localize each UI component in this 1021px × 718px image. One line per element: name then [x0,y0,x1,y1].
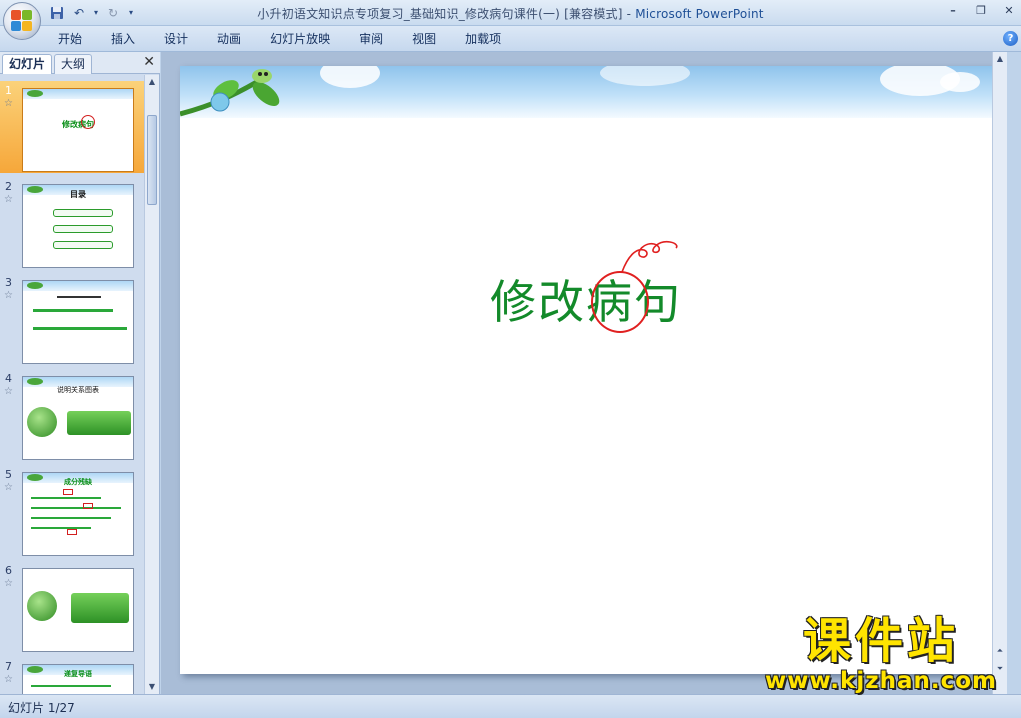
tab-home[interactable]: 开始 [46,26,94,52]
slide-thumbnail-1[interactable]: 1 ☆ 修改病句 [0,81,144,173]
panel-tabs: 幻灯片 大纲 ✕ [0,52,160,74]
slide-title: 修改病句 [490,275,682,329]
slide-number: 1 [5,84,12,97]
slide-indicator: 幻灯片 1/27 [8,701,75,715]
help-icon[interactable]: ? [1003,31,1018,46]
slide-number: 2 [5,180,12,193]
thumbnail-title: 修改病句 [62,120,94,129]
tab-outline[interactable]: 大纲 [54,54,93,74]
slide-title-container[interactable]: 修改病句 [180,266,992,332]
slide-number: 3 [5,276,12,289]
scroll-up-icon[interactable]: ▲ [993,52,1007,66]
document-title: 小升初语文知识点专项复习_基础知识_修改病句课件(一) [兼容模式] [257,7,623,21]
transition-star-icon: ☆ [4,386,13,397]
scrollbar-thumb[interactable] [147,115,157,205]
close-button[interactable]: ✕ [1001,2,1017,18]
window-title: 小升初语文知识点专项复习_基础知识_修改病句课件(一) [兼容模式] - Mic… [0,5,1021,22]
office-logo-icon [11,10,33,32]
slide-number: 5 [5,468,12,481]
restore-button[interactable]: ❐ [973,2,989,18]
editor-scrollbar[interactable]: ▲ ⏶ ⏷ [992,52,1007,694]
slide-number: 4 [5,372,12,385]
thumbnail-preview: 修改病句 [22,88,134,172]
watermark-title: 课件站 [803,613,960,669]
watermark-url: www.kjzhan.com [765,668,997,694]
thumbnail-preview: 递复导语 [22,664,134,694]
watermark: 课件站 www.kjzhan.com [765,614,997,694]
slide-thumbnail-3[interactable]: 3 ☆ [0,273,144,365]
thumbnail-preview: 目录 [22,184,134,268]
slide-number: 6 [5,564,12,577]
thumbnail-preview [22,568,134,652]
slide-thumbnail-2[interactable]: 2 ☆ 目录 [0,177,144,269]
transition-star-icon: ☆ [4,194,13,205]
scroll-up-icon[interactable]: ▲ [145,75,159,89]
red-circle-mark [591,271,649,333]
slide-thumbnail-4[interactable]: 4 ☆ 说明关系图表 [0,369,144,461]
thumbnail-preview: 说明关系图表 [22,376,134,460]
thumbnail-title: 目录 [70,190,86,199]
window-controls: – ❐ ✕ [945,2,1017,18]
ribbon-tabs: 开始 插入 设计 动画 幻灯片放映 审阅 视图 加载项 [46,26,518,52]
slide-thumbnail-5[interactable]: 5 ☆ 成分残缺 [0,465,144,557]
title-separator: - [622,7,636,21]
thumbnail-preview: 成分残缺 [22,472,134,556]
ribbon: 开始 插入 设计 动画 幻灯片放映 审阅 视图 加载项 ? [0,26,1021,52]
tab-view[interactable]: 视图 [400,26,448,52]
title-bar: ↶ ▾ ↻ ▾ 小升初语文知识点专项复习_基础知识_修改病句课件(一) [兼容模… [0,0,1021,26]
thumbnail-title: 成分残缺 [64,478,92,486]
scroll-down-icon[interactable]: ▼ [145,680,159,694]
slide-thumbnail-6[interactable]: 6 ☆ [0,561,144,653]
leaf-vine-icon [180,69,280,117]
status-bar: 幻灯片 1/27 [0,694,1021,718]
tab-animations[interactable]: 动画 [205,26,253,52]
slides-panel: 幻灯片 大纲 ✕ 1 ☆ 修改病句 2 ☆ 目录 3 ☆ 4 ☆ 说明关系图表 … [0,52,160,694]
transition-star-icon: ☆ [4,578,13,589]
tab-slides[interactable]: 幻灯片 [2,54,53,74]
red-curl-mark [621,240,678,273]
transition-star-icon: ☆ [4,290,13,301]
current-slide[interactable]: 修改病句 [180,66,992,674]
slide-editor: 修改病句 ▲ ⏶ ⏷ [161,52,1007,694]
office-button[interactable] [3,2,41,40]
tab-add-ins[interactable]: 加载项 [453,26,513,52]
application-name: Microsoft PowerPoint [635,7,764,21]
transition-star-icon: ☆ [4,482,13,493]
thumbnail-preview [22,280,134,364]
tab-slide-show[interactable]: 幻灯片放映 [258,26,342,52]
thumbnail-title: 说明关系图表 [57,386,99,394]
tab-review[interactable]: 审阅 [347,26,395,52]
transition-star-icon: ☆ [4,674,13,685]
slide-number: 7 [5,660,12,673]
thumbnails-scrollbar[interactable]: ▲ ▼ [144,75,159,694]
close-panel-icon[interactable]: ✕ [143,54,155,70]
slide-thumbnail-list: 1 ☆ 修改病句 2 ☆ 目录 3 ☆ 4 ☆ 说明关系图表 5 ☆ 成分残缺 … [0,75,144,694]
tab-insert[interactable]: 插入 [99,26,147,52]
tab-design[interactable]: 设计 [152,26,200,52]
minimize-button[interactable]: – [945,2,961,18]
slide-thumbnail-7[interactable]: 7 ☆ 递复导语 [0,657,144,694]
thumbnail-title: 递复导语 [64,670,92,678]
transition-star-icon: ☆ [4,98,13,109]
